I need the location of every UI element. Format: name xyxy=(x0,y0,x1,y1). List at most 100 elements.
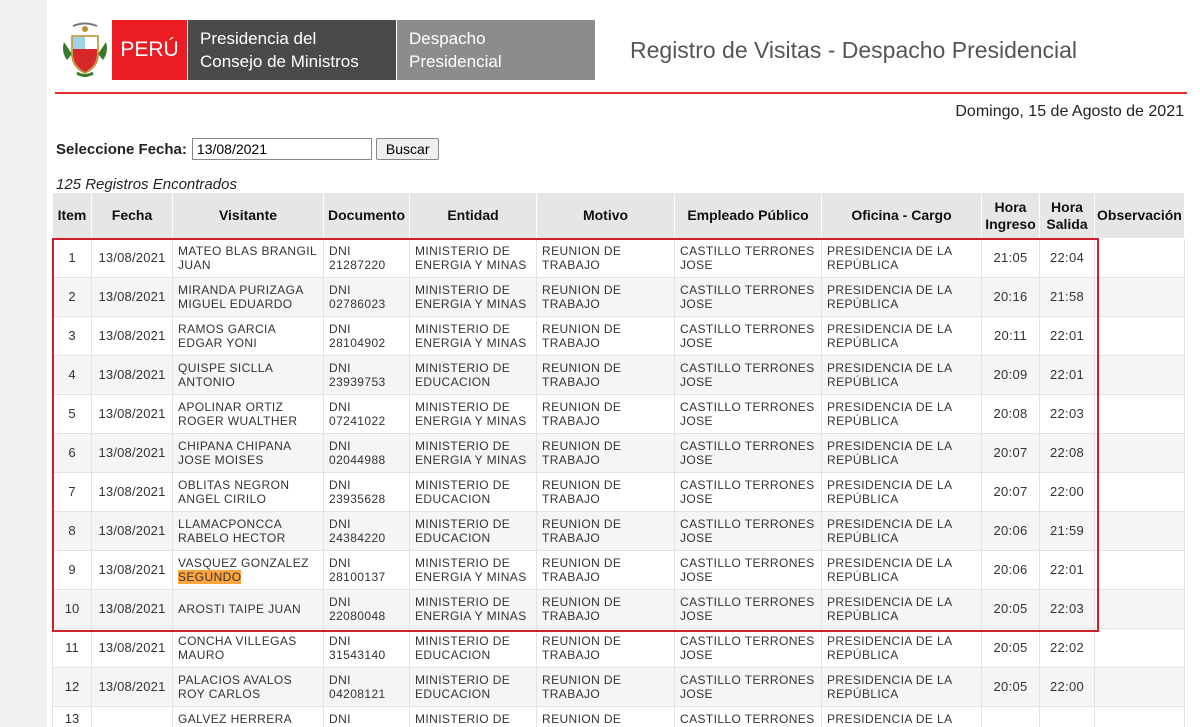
table-row: 6 13/08/2021 CHIPANA CHIPANA JOSE MOISES… xyxy=(52,433,1185,473)
col-header-hora-ingreso: Hora Ingreso xyxy=(981,192,1040,239)
cell-motivo: REUNION DE TRABAJO xyxy=(536,394,675,434)
cell-item: 8 xyxy=(52,511,92,551)
table-row: 5 13/08/2021 APOLINAR ORTIZ ROGER WUALTH… xyxy=(52,394,1185,434)
cell-documento: DNI 24384220 xyxy=(323,511,410,551)
cell-empleado: CASTILLO TERRONES xyxy=(674,706,822,727)
cell-documento: DNI 21287220 xyxy=(323,238,410,278)
visits-table: Item Fecha Visitante Documento Entidad M… xyxy=(52,192,1185,727)
table-row: 2 13/08/2021 MIRANDA PURIZAGA MIGUEL EDU… xyxy=(52,277,1185,317)
cell-observacion xyxy=(1094,589,1185,629)
table-row: 12 13/08/2021 PALACIOS AVALOS ROY CARLOS… xyxy=(52,667,1185,707)
cell-observacion xyxy=(1094,472,1185,512)
col-header-fecha: Fecha xyxy=(91,192,173,239)
pcm-line-1: Presidencia del xyxy=(200,29,317,48)
cell-hora-salida: 22:01 xyxy=(1039,316,1095,356)
cell-hora-ingreso xyxy=(981,706,1040,727)
cell-documento: DNI 02786023 xyxy=(323,277,410,317)
cell-motivo: REUNION DE TRABAJO xyxy=(536,550,675,590)
cell-oficina: PRESIDENCIA DE LA REPÚBLICA xyxy=(821,316,982,356)
cell-empleado: CASTILLO TERRONES JOSE xyxy=(674,628,822,668)
cell-observacion xyxy=(1094,706,1185,727)
cell-motivo: REUNION DE TRABAJO xyxy=(536,589,675,629)
cell-oficina: PRESIDENCIA DE LA REPÚBLICA xyxy=(821,433,982,473)
cell-entidad: MINISTERIO DE EDUCACION xyxy=(409,667,537,707)
table-row: 9 13/08/2021 VASQUEZ GONZALEZ SEGUNDO DN… xyxy=(52,550,1185,590)
cell-documento: DNI 07241022 xyxy=(323,394,410,434)
cell-motivo: REUNION DE TRABAJO xyxy=(536,277,675,317)
cell-item: 9 xyxy=(52,550,92,590)
search-button[interactable]: Buscar xyxy=(375,138,440,160)
table-row: 7 13/08/2021 OBLITAS NEGRON ANGEL CIRILO… xyxy=(52,472,1185,512)
cell-documento: DNI 28104902 xyxy=(323,316,410,356)
col-header-oficina: Oficina - Cargo xyxy=(821,192,982,239)
date-input[interactable] xyxy=(191,138,372,160)
cell-item: 10 xyxy=(52,589,92,629)
cell-motivo: REUNION DE TRABAJO xyxy=(536,355,675,395)
table-row: 11 13/08/2021 CONCHA VILLEGAS MAURO DNI … xyxy=(52,628,1185,668)
cell-documento: DNI 04208121 xyxy=(323,667,410,707)
header-divider xyxy=(55,92,1187,94)
cell-entidad: MINISTERIO DE EDUCACION xyxy=(409,511,537,551)
cell-hora-ingreso: 20:09 xyxy=(981,355,1040,395)
cell-hora-ingreso: 20:05 xyxy=(981,628,1040,668)
cell-oficina: PRESIDENCIA DE LA REPÚBLICA xyxy=(821,472,982,512)
cell-hora-salida: 21:59 xyxy=(1039,511,1095,551)
cell-hora-ingreso: 20:06 xyxy=(981,550,1040,590)
cell-oficina: PRESIDENCIA DE LA REPÚBLICA xyxy=(821,511,982,551)
cell-fecha: 13/08/2021 xyxy=(91,433,173,473)
cell-observacion xyxy=(1094,550,1185,590)
cell-empleado: CASTILLO TERRONES JOSE xyxy=(674,394,822,434)
cell-documento: DNI 31543140 xyxy=(323,628,410,668)
table-row: 13 GALVEZ HERRERA CIRO DNI MINISTERIO DE… xyxy=(52,706,1185,727)
cell-fecha: 13/08/2021 xyxy=(91,628,173,668)
cell-entidad: MINISTERIO DE xyxy=(409,706,537,727)
cell-hora-salida: 22:02 xyxy=(1039,628,1095,668)
col-header-motivo: Motivo xyxy=(536,192,675,239)
cell-fecha: 13/08/2021 xyxy=(91,355,173,395)
cell-visitante: AROSTI TAIPE JUAN xyxy=(172,589,324,629)
pcm-line-2: Consejo de Ministros xyxy=(200,52,359,71)
cell-fecha: 13/08/2021 xyxy=(91,394,173,434)
cell-fecha: 13/08/2021 xyxy=(91,238,173,278)
cell-empleado: CASTILLO TERRONES JOSE xyxy=(674,238,822,278)
cell-fecha: 13/08/2021 xyxy=(91,316,173,356)
cell-documento: DNI 22080048 xyxy=(323,589,410,629)
cell-empleado: CASTILLO TERRONES JOSE xyxy=(674,589,822,629)
records-count: 125 Registros Encontrados xyxy=(56,176,237,193)
table-row: 10 13/08/2021 AROSTI TAIPE JUAN DNI 2208… xyxy=(52,589,1185,629)
country-label: PERÚ xyxy=(120,38,179,61)
cell-entidad: MINISTERIO DE EDUCACION xyxy=(409,355,537,395)
cell-entidad: MINISTERIO DE ENERGIA Y MINAS xyxy=(409,394,537,434)
cell-item: 1 xyxy=(52,238,92,278)
cell-visitante: OBLITAS NEGRON ANGEL CIRILO xyxy=(172,472,324,512)
cell-motivo: REUNION DE xyxy=(536,706,675,727)
cell-empleado: CASTILLO TERRONES JOSE xyxy=(674,550,822,590)
cell-item: 3 xyxy=(52,316,92,356)
cell-item: 11 xyxy=(52,628,92,668)
table-row: 8 13/08/2021 LLAMACPONCCA RABELO HECTOR … xyxy=(52,511,1185,551)
search-highlight: SEGUNDO xyxy=(178,570,242,584)
cell-fecha xyxy=(91,706,173,727)
cell-empleado: CASTILLO TERRONES JOSE xyxy=(674,511,822,551)
cell-fecha: 13/08/2021 xyxy=(91,277,173,317)
col-header-item: Item xyxy=(52,192,92,239)
cell-visitante: APOLINAR ORTIZ ROGER WUALTHER xyxy=(172,394,324,434)
cell-entidad: MINISTERIO DE EDUCACION xyxy=(409,628,537,668)
pcm-link[interactable]: Presidencia del Consejo de Ministros xyxy=(188,20,396,80)
site-header: PERÚ Presidencia del Consejo de Ministro… xyxy=(47,0,1200,96)
cell-oficina: PRESIDENCIA DE LA REPÚBLICA xyxy=(821,550,982,590)
cell-visitante: MIRANDA PURIZAGA MIGUEL EDUARDO xyxy=(172,277,324,317)
cell-hora-ingreso: 20:06 xyxy=(981,511,1040,551)
cell-observacion xyxy=(1094,511,1185,551)
cell-fecha: 13/08/2021 xyxy=(91,472,173,512)
table-row: 1 13/08/2021 MATEO BLAS BRANGIL JUAN DNI… xyxy=(52,238,1185,278)
cell-hora-ingreso: 20:08 xyxy=(981,394,1040,434)
cell-item: 12 xyxy=(52,667,92,707)
cell-documento: DNI 28100137 xyxy=(323,550,410,590)
col-header-empleado: Empleado Público xyxy=(674,192,822,239)
cell-item: 5 xyxy=(52,394,92,434)
cell-entidad: MINISTERIO DE ENERGIA Y MINAS xyxy=(409,277,537,317)
cell-motivo: REUNION DE TRABAJO xyxy=(536,511,675,551)
despacho-link[interactable]: Despacho Presidencial xyxy=(397,20,595,80)
cell-visitante: VASQUEZ GONZALEZ SEGUNDO xyxy=(172,550,324,590)
